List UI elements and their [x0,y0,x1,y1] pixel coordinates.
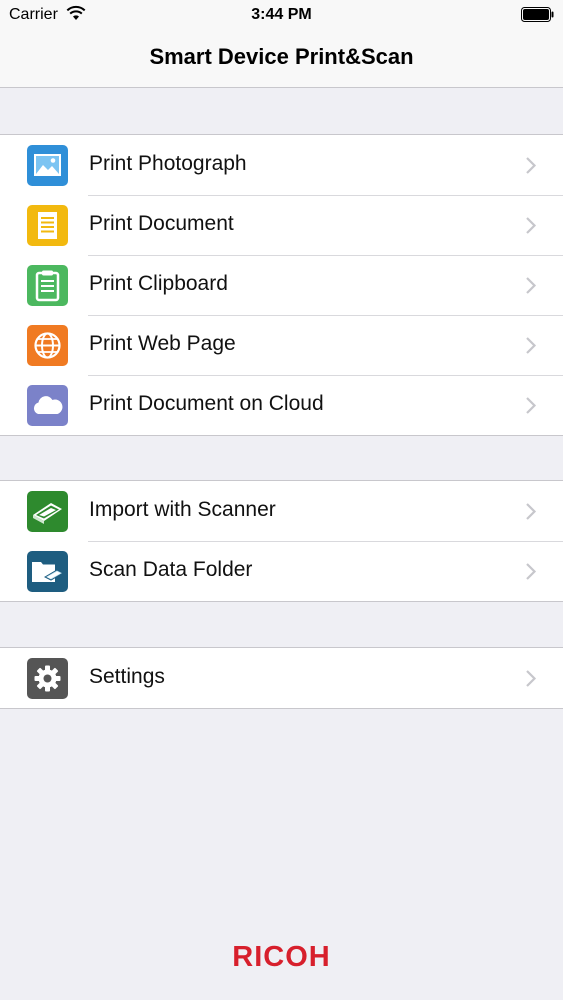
chevron-right-icon [526,563,537,580]
menu-item-label: Scan Data Folder [89,558,253,581]
menu-item-settings[interactable]: Settings [0,648,563,708]
menu-item-print-photograph[interactable]: Print Photograph [0,135,563,195]
chevron-right-icon [526,337,537,354]
scanner-icon [27,491,68,532]
menu-item-print-document-on-cloud[interactable]: Print Document on Cloud [0,375,563,435]
gear-icon [27,658,68,699]
menu-item-print-clipboard[interactable]: Print Clipboard [0,255,563,315]
menu-item-label: Import with Scanner [89,498,276,521]
navigation-bar: Smart Device Print&Scan [0,30,563,88]
menu-item-print-web-page[interactable]: Print Web Page [0,315,563,375]
globe-icon [27,325,68,366]
page-title: Smart Device Print&Scan [149,44,414,69]
menu-item-label: Print Web Page [89,332,236,355]
menu-item-label: Print Document on Cloud [89,392,324,415]
menu-item-scan-data-folder[interactable]: Scan Data Folder [0,541,563,601]
menu-item-label: Print Photograph [89,152,247,175]
photo-icon [27,145,68,186]
settings-menu-group: Settings [0,647,563,709]
document-icon [27,205,68,246]
print-menu-group: Print Photograph Print Document Print Cl… [0,134,563,436]
menu-item-label: Print Document [89,212,234,235]
chevron-right-icon [526,217,537,234]
clipboard-icon [27,265,68,306]
menu-item-label: Print Clipboard [89,272,228,295]
chevron-right-icon [526,670,537,687]
scan-menu-group: Import with Scanner Scan Data Folder [0,480,563,602]
menu-item-print-document[interactable]: Print Document [0,195,563,255]
scan-folder-icon [27,551,68,592]
battery-icon [521,7,554,22]
menu-item-import-with-scanner[interactable]: Import with Scanner [0,481,563,541]
chevron-right-icon [526,397,537,414]
status-bar: Carrier 3:44 PM [0,0,563,30]
cloud-icon [27,385,68,426]
ricoh-logo: RICOH [232,941,331,973]
clock: 3:44 PM [251,6,312,23]
chevron-right-icon [526,157,537,174]
chevron-right-icon [526,503,537,520]
menu-item-label: Settings [89,665,165,688]
chevron-right-icon [526,277,537,294]
